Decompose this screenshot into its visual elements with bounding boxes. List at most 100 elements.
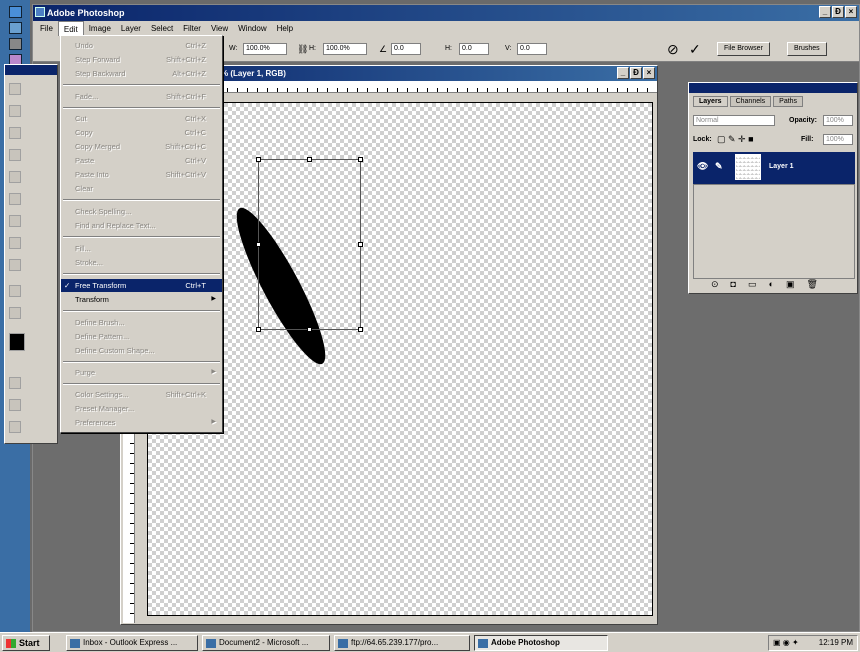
hand-tool-icon[interactable] [9, 307, 21, 319]
menu-item-paste-into[interactable]: Paste Into Shift+Ctrl+V [61, 168, 222, 181]
transform-handle-bottom-left[interactable] [256, 327, 261, 332]
menu-item-fill[interactable]: Fill... [61, 242, 222, 255]
eraser-tool-icon[interactable] [9, 193, 21, 205]
opacity-field[interactable]: 100% [823, 115, 853, 126]
link-icon[interactable]: ⛓ [297, 44, 308, 55]
menu-item-stroke[interactable]: Stroke... [61, 256, 222, 269]
task-outlook[interactable]: Inbox - Outlook Express ... [66, 635, 198, 651]
menu-filter[interactable]: Filter [178, 21, 206, 36]
brush-tool-icon[interactable] [9, 149, 21, 161]
pen-tool-icon[interactable] [9, 259, 21, 271]
menu-item-define-pattern[interactable]: Define Pattern... [61, 330, 222, 343]
menu-help[interactable]: Help [272, 21, 298, 36]
transform-handle-bottom-right[interactable] [358, 327, 363, 332]
menu-item-define-brush[interactable]: Define Brush... [61, 316, 222, 329]
crop-tool-icon[interactable] [9, 127, 21, 139]
doc-close-button[interactable]: × [643, 67, 655, 79]
transform-handle-bottom[interactable] [307, 327, 312, 332]
doc-minimize-button[interactable]: _ [617, 67, 629, 79]
layer-style-icon[interactable]: ⊙ [711, 279, 719, 290]
brush-link-icon[interactable]: ✎ [715, 161, 723, 172]
menu-item-transform[interactable]: Transform ▶ [61, 293, 222, 306]
menu-edit[interactable]: Edit [57, 21, 84, 36]
menu-item-fade[interactable]: Fade... Shift+Ctrl+F [61, 90, 222, 103]
close-button[interactable]: × [845, 6, 857, 18]
screen-mode-icon[interactable] [9, 399, 21, 411]
marquee-tool-icon[interactable] [9, 83, 21, 95]
height-field[interactable]: 100.0% [323, 43, 367, 55]
menu-item-check-spelling[interactable]: Check Spelling... [61, 205, 222, 218]
menu-item-undo[interactable]: Undo Ctrl+Z [61, 39, 222, 52]
new-set-icon[interactable]: ▭ [748, 279, 757, 290]
tray-icons[interactable]: ▣ ◉ ✦ [769, 636, 799, 650]
desktop-icon[interactable] [9, 38, 22, 50]
brushes-tab[interactable]: Brushes [787, 42, 827, 56]
layer-mask-icon[interactable]: ◘ [731, 279, 736, 290]
menu-image[interactable]: Image [84, 21, 116, 36]
toolbox-header[interactable] [5, 65, 57, 75]
menu-item-step-backward[interactable]: Step Backward Alt+Ctrl+Z [61, 67, 222, 80]
ie-icon[interactable] [9, 6, 22, 18]
menu-select[interactable]: Select [146, 21, 178, 36]
foreground-color-swatch[interactable] [9, 333, 25, 351]
menu-item-find-replace[interactable]: Find and Replace Text... [61, 219, 222, 232]
restore-button[interactable]: Ɖ [832, 6, 844, 18]
layer-row-layer-1[interactable]: 👁 ✎ Layer 1 [693, 152, 855, 184]
minimize-button[interactable]: _ [819, 6, 831, 18]
commit-transform-icon[interactable]: ✓ [689, 41, 701, 58]
layers-palette-header[interactable] [689, 83, 857, 93]
transform-handle-top-left[interactable] [256, 157, 261, 162]
v-skew-field[interactable]: 0.0 [517, 43, 547, 55]
tab-channels[interactable]: Channels [729, 96, 772, 107]
eye-icon[interactable]: 👁 [697, 161, 708, 172]
angle-field[interactable]: 0.0 [391, 43, 421, 55]
transform-handle-top[interactable] [307, 157, 312, 162]
adjustment-layer-icon[interactable]: ◐ [769, 279, 774, 290]
menu-item-copy-merged[interactable]: Copy Merged Shift+Ctrl+C [61, 140, 222, 153]
task-photoshop[interactable]: Adobe Photoshop [474, 635, 608, 651]
notes-tool-icon[interactable] [9, 285, 21, 297]
standard-mode-icon[interactable] [9, 377, 21, 389]
menu-item-clear[interactable]: Clear [61, 182, 222, 195]
app-titlebar[interactable]: Adobe Photoshop _ Ɖ × [33, 5, 859, 21]
task-ftp[interactable]: ftp://64.65.239.177/pro... [334, 635, 470, 651]
menu-window[interactable]: Window [233, 21, 271, 36]
lock-icons[interactable]: ▢ ✎ ✛ ■ [717, 134, 754, 145]
start-button[interactable]: Start [2, 635, 50, 651]
stamp-tool-icon[interactable] [9, 171, 21, 183]
lasso-tool-icon[interactable] [9, 105, 21, 117]
tab-paths[interactable]: Paths [773, 96, 804, 107]
outlook-icon[interactable] [9, 22, 22, 34]
cancel-transform-icon[interactable]: ⊘ [667, 41, 679, 58]
menu-view[interactable]: View [206, 21, 233, 36]
blend-mode-select[interactable]: Normal [693, 115, 775, 126]
transform-handle-left[interactable] [256, 242, 261, 247]
transform-handle-right[interactable] [358, 242, 363, 247]
task-word[interactable]: Document2 - Microsoft ... [202, 635, 330, 651]
menu-item-step-forward[interactable]: Step Forward Shift+Ctrl+Z [61, 53, 222, 66]
menu-layer[interactable]: Layer [116, 21, 146, 36]
menu-item-paste[interactable]: Paste Ctrl+V [61, 154, 222, 167]
menu-item-preferences[interactable]: Preferences ▶ [61, 416, 222, 429]
layers-list-empty-area[interactable] [693, 184, 855, 279]
free-transform-bounding-box[interactable] [256, 157, 363, 332]
menu-item-define-custom-shape[interactable]: Define Custom Shape... [61, 344, 222, 357]
menu-file[interactable]: File [35, 21, 58, 36]
width-field[interactable]: 100.0% [243, 43, 287, 55]
tab-layers[interactable]: Layers [693, 96, 728, 107]
jump-to-imageready-icon[interactable] [9, 421, 21, 433]
menu-item-free-transform[interactable]: ✓ Free Transform Ctrl+T [61, 279, 222, 292]
file-browser-tab[interactable]: File Browser [717, 42, 770, 56]
new-layer-icon[interactable]: ▣ [786, 279, 795, 290]
clock[interactable]: 12:19 PM [819, 638, 853, 647]
fill-field[interactable]: 100% [823, 134, 853, 145]
menu-item-copy[interactable]: Copy Ctrl+C [61, 126, 222, 139]
menu-item-purge[interactable]: Purge ▶ [61, 366, 222, 379]
menu-item-cut[interactable]: Cut Ctrl+X [61, 112, 222, 125]
h-skew-field[interactable]: 0.0 [459, 43, 489, 55]
doc-restore-button[interactable]: Ɖ [630, 67, 642, 79]
path-selection-tool-icon[interactable] [9, 237, 21, 249]
menu-item-preset-manager[interactable]: Preset Manager... [61, 402, 222, 415]
transform-handle-top-right[interactable] [358, 157, 363, 162]
trash-icon[interactable]: 🗑 [806, 279, 817, 290]
